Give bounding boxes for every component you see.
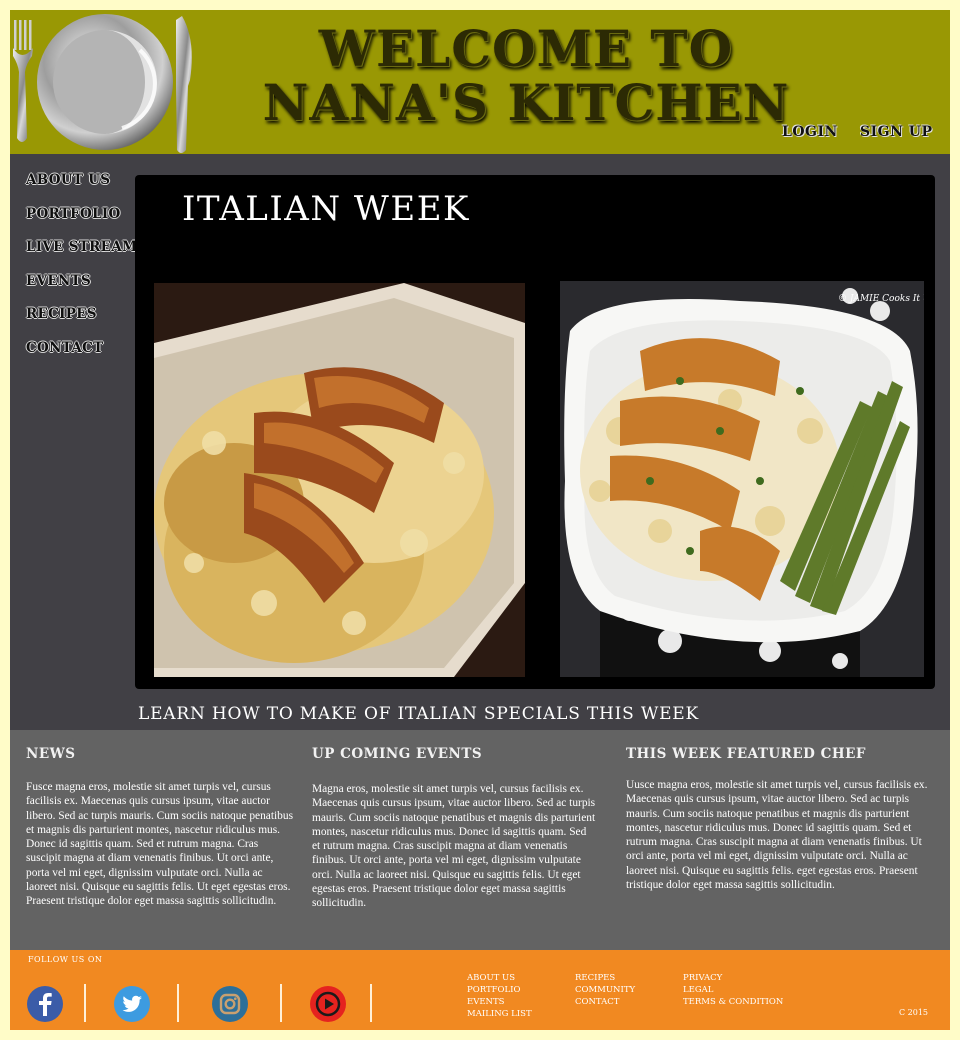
nav-item-recipes[interactable]: Recipes — [26, 306, 141, 340]
signup-link[interactable]: Sign Up — [860, 124, 933, 140]
page-frame: Welcome to Nana's Kitchen Login Sign Up … — [10, 10, 950, 1030]
follow-us-label: Follow us on — [28, 955, 103, 964]
footer-link-community[interactable]: Community — [575, 984, 635, 996]
nav-item-events[interactable]: Events — [26, 273, 141, 307]
twitter-icon[interactable] — [114, 986, 150, 1022]
social-separator — [177, 984, 179, 1022]
social-separator — [280, 984, 282, 1022]
photo-watermark: © JAMIE Cooks It Up! — [838, 294, 924, 304]
nav-item-contact[interactable]: Contact — [26, 340, 141, 374]
featured-chef-heading: This Week Featured Chef — [626, 746, 866, 762]
news-heading: News — [26, 746, 76, 762]
site-footer: Follow us on About Us Portfoli — [10, 950, 950, 1030]
news-text: Fusce magna eros, molestie sit amet turp… — [26, 781, 294, 908]
social-separator — [370, 984, 372, 1022]
feature-title: Italian Week — [182, 189, 470, 229]
footer-link-mailing-list[interactable]: Mailing List — [467, 1008, 532, 1020]
footer-link-terms[interactable]: Terms & Condition — [683, 996, 783, 1008]
copyright: C 2015 — [899, 1008, 929, 1017]
footer-links-col3: Privacy Legal Terms & Condition — [683, 972, 783, 1008]
footer-links-col2: Recipes Community Contact — [575, 972, 635, 1008]
nav-item-portfolio[interactable]: Portfolio — [26, 206, 141, 240]
events-heading: Up Coming Events — [312, 746, 483, 762]
footer-link-events[interactable]: Events — [467, 996, 532, 1008]
main-content: About Us Portfolio Live Stream Events Re… — [10, 154, 950, 730]
footer-link-recipes[interactable]: Recipes — [575, 972, 635, 984]
instagram-icon[interactable] — [212, 986, 248, 1022]
footer-link-portfolio[interactable]: Portfolio — [467, 984, 532, 996]
feature-panel: Italian Week — [135, 175, 935, 689]
pasta-photo-left — [154, 283, 525, 677]
login-link[interactable]: Login — [782, 124, 838, 140]
facebook-icon[interactable] — [27, 986, 63, 1022]
nav-item-about-us[interactable]: About Us — [26, 172, 141, 206]
events-text: Magna eros, molestie sit amet turpis vel… — [312, 783, 596, 910]
footer-links-col1: About Us Portfolio Events Mailing List — [467, 972, 532, 1020]
feature-tagline: Learn how to make of Italian Specials th… — [138, 704, 700, 724]
info-section: News Fusce magna eros, molestie sit amet… — [10, 730, 950, 950]
side-nav: About Us Portfolio Live Stream Events Re… — [26, 172, 141, 373]
footer-link-legal[interactable]: Legal — [683, 984, 783, 996]
nav-item-live-stream[interactable]: Live Stream — [26, 239, 141, 273]
social-separator — [84, 984, 86, 1022]
footer-link-contact[interactable]: Contact — [575, 996, 635, 1008]
featured-chef-text: Uusce magna eros, molestie sit amet turp… — [626, 779, 928, 892]
pasta-photo-right: © JAMIE Cooks It Up! — [560, 281, 924, 677]
site-header: Welcome to Nana's Kitchen Login Sign Up — [10, 10, 950, 154]
plate-fork-knife-icon[interactable] — [10, 10, 200, 154]
youtube-icon[interactable] — [310, 986, 346, 1022]
footer-link-about-us[interactable]: About Us — [467, 972, 532, 984]
footer-link-privacy[interactable]: Privacy — [683, 972, 783, 984]
site-title: Welcome to Nana's Kitchen — [262, 19, 790, 132]
